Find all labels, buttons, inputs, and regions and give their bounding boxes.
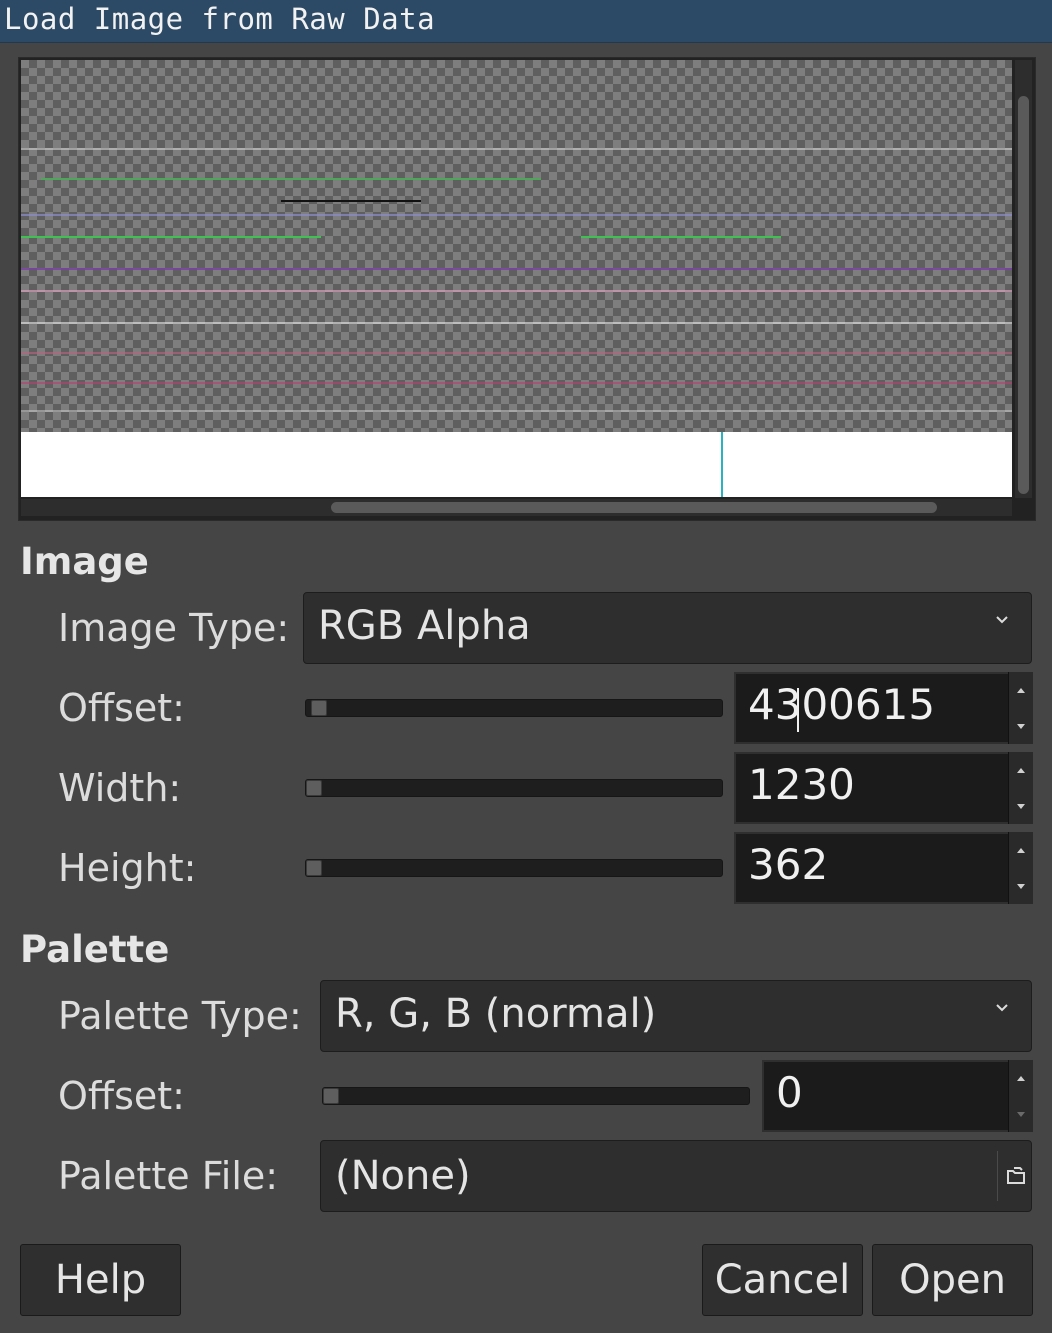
height-decrement-button[interactable] xyxy=(1009,868,1033,904)
streak xyxy=(21,214,1012,216)
image-section-heading: Image xyxy=(20,540,149,583)
height-label: Height: xyxy=(58,846,197,890)
width-slider-handle[interactable] xyxy=(306,780,322,796)
help-button[interactable]: Help xyxy=(20,1244,181,1316)
width-input[interactable]: 1230 xyxy=(734,752,1010,824)
width-value: 1230 xyxy=(748,760,855,809)
spin-up-icon xyxy=(1017,1075,1025,1081)
offset-slider-handle[interactable] xyxy=(311,700,327,716)
spin-up-icon xyxy=(1017,767,1025,773)
palette-offset-increment-button[interactable] xyxy=(1009,1060,1033,1096)
palette-file-value: (None) xyxy=(335,1153,471,1199)
separator xyxy=(997,1151,998,1201)
streak xyxy=(21,382,1012,384)
spin-down-icon xyxy=(1017,883,1025,889)
chevron-down-icon xyxy=(996,1004,1008,1012)
vertical-scroll-thumb[interactable] xyxy=(1018,96,1029,494)
spin-up-icon xyxy=(1017,847,1025,853)
raw-data-preview xyxy=(21,60,1012,497)
spin-down-icon xyxy=(1017,1111,1025,1117)
palette-offset-input[interactable]: 0 xyxy=(762,1060,1010,1132)
offset-label: Offset: xyxy=(58,686,185,730)
streak xyxy=(21,148,1012,150)
offset-decrement-button[interactable] xyxy=(1009,708,1033,744)
horizontal-scroll-thumb[interactable] xyxy=(331,502,937,513)
image-type-label: Image Type: xyxy=(58,606,290,650)
offset-increment-button[interactable] xyxy=(1009,672,1033,708)
palette-section-heading: Palette xyxy=(20,928,170,971)
image-type-combo[interactable]: RGB Alpha xyxy=(303,592,1032,664)
width-decrement-button[interactable] xyxy=(1009,788,1033,824)
height-value: 362 xyxy=(748,840,829,889)
palette-type-combo[interactable]: R, G, B (normal) xyxy=(320,980,1032,1052)
preview-noise xyxy=(21,60,1012,432)
image-type-value: RGB Alpha xyxy=(318,603,531,649)
chevron-down-icon xyxy=(996,616,1008,624)
offset-spin-buttons xyxy=(1008,672,1033,744)
palette-offset-decrement-button[interactable] xyxy=(1009,1096,1033,1132)
width-increment-button[interactable] xyxy=(1009,752,1033,788)
offset-slider[interactable] xyxy=(305,699,723,717)
spin-down-icon xyxy=(1017,723,1025,729)
palette-offset-value: 0 xyxy=(776,1068,803,1117)
height-spin-buttons xyxy=(1008,832,1033,904)
file-open-icon xyxy=(1007,1167,1025,1184)
offset-input[interactable]: 4300615 xyxy=(734,672,1010,744)
height-increment-button[interactable] xyxy=(1009,832,1033,868)
width-spin-buttons xyxy=(1008,752,1033,824)
streak xyxy=(21,236,321,238)
palette-offset-spin-buttons xyxy=(1008,1060,1033,1132)
palette-offset-slider-handle[interactable] xyxy=(323,1088,339,1104)
text-caret xyxy=(797,688,799,732)
streak xyxy=(21,410,1012,412)
open-button[interactable]: Open xyxy=(872,1244,1033,1316)
palette-offset-label: Offset: xyxy=(58,1074,185,1118)
height-slider[interactable] xyxy=(305,859,723,877)
streak xyxy=(21,290,1012,292)
palette-file-label: Palette File: xyxy=(58,1154,279,1198)
window-title: Load Image from Raw Data xyxy=(4,2,436,36)
spin-up-icon xyxy=(1017,687,1025,693)
palette-type-value: R, G, B (normal) xyxy=(335,991,657,1037)
streak xyxy=(21,352,1012,354)
streak xyxy=(581,236,781,238)
palette-offset-slider[interactable] xyxy=(322,1087,750,1105)
palette-file-chooser[interactable]: (None) xyxy=(320,1140,1032,1212)
streak xyxy=(41,178,541,180)
height-slider-handle[interactable] xyxy=(306,860,322,876)
spin-down-icon xyxy=(1017,803,1025,809)
title-bar: Load Image from Raw Data xyxy=(0,0,1052,43)
width-slider[interactable] xyxy=(305,779,723,797)
width-label: Width: xyxy=(58,766,182,810)
streak xyxy=(21,268,1012,270)
palette-type-label: Palette Type: xyxy=(58,994,302,1038)
preview-guide-line xyxy=(721,432,723,497)
offset-value: 4300615 xyxy=(748,680,936,729)
streak xyxy=(21,322,1012,324)
height-input[interactable]: 362 xyxy=(734,832,1010,904)
streak xyxy=(281,200,421,202)
cancel-button[interactable]: Cancel xyxy=(702,1244,863,1316)
